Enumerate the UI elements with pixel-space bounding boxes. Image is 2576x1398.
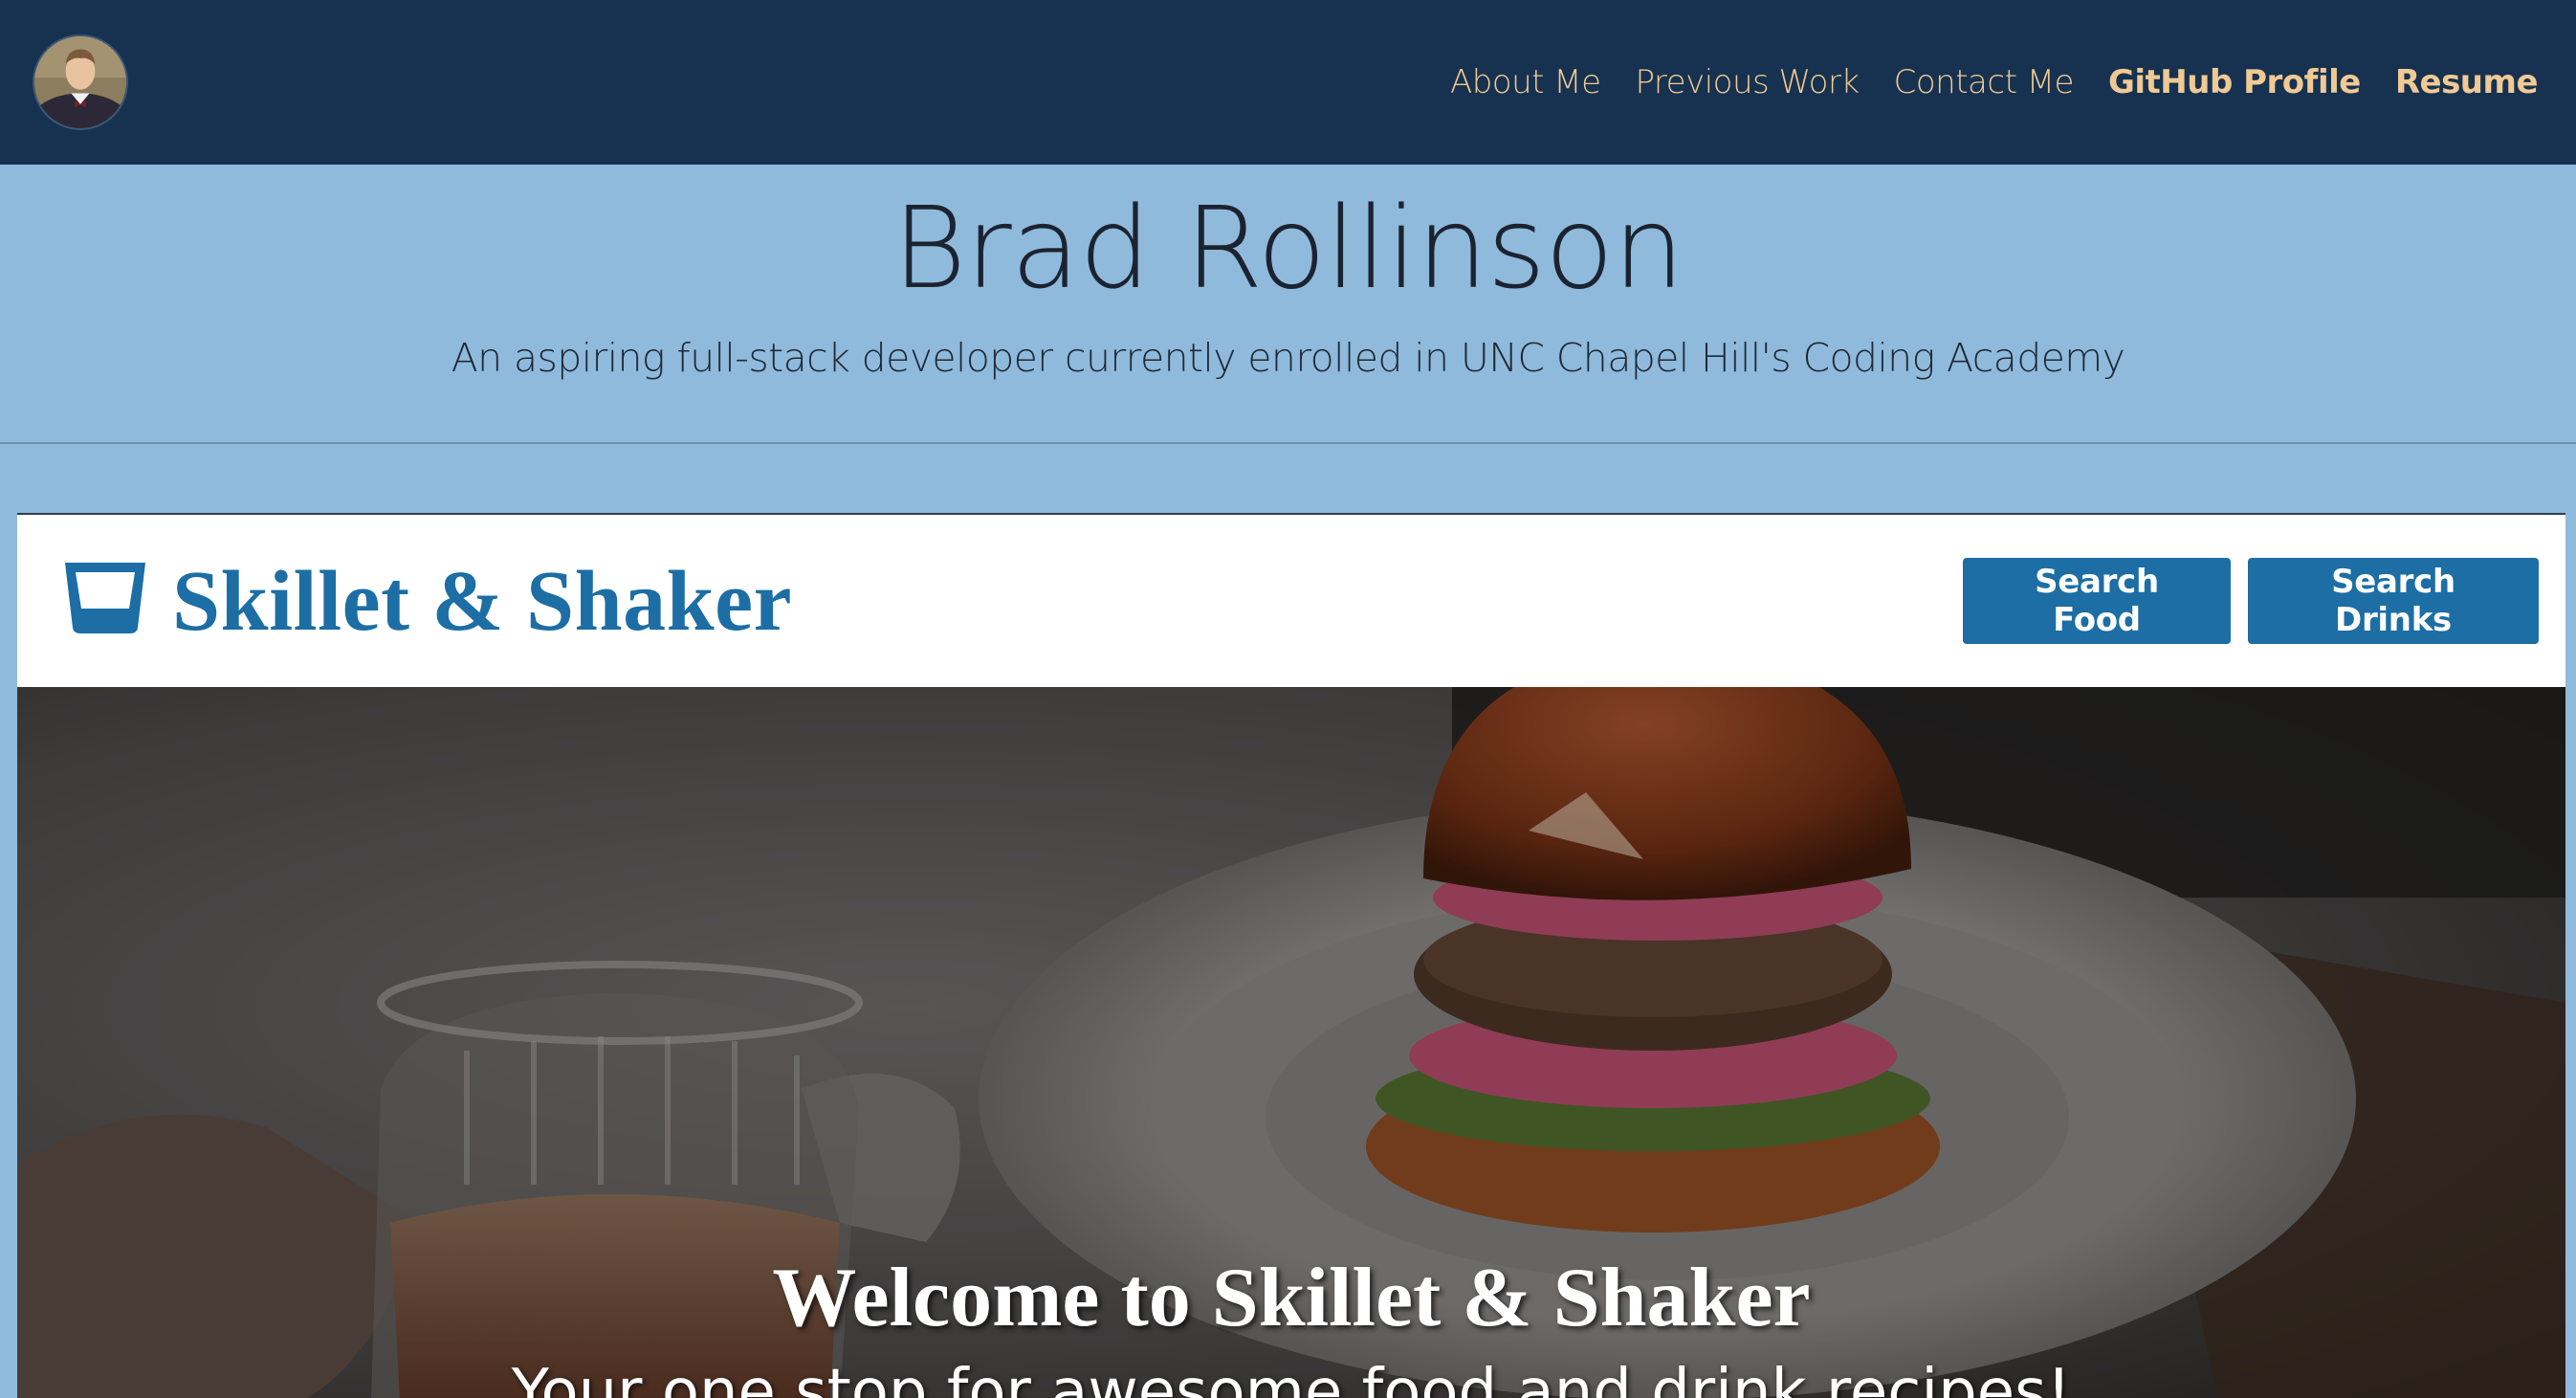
nav-link-previous-work[interactable]: Previous Work — [1636, 63, 1860, 101]
profile-photo-icon — [34, 36, 126, 128]
page-title: Brad Rollinson — [892, 182, 1684, 314]
hero-title: Welcome to Skillet & Shaker — [772, 1252, 1811, 1344]
nav-link-contact-me[interactable]: Contact Me — [1894, 63, 2075, 101]
nav-links: About Me Previous Work Contact Me GitHub… — [1450, 63, 2543, 101]
profile-avatar[interactable] — [33, 34, 128, 130]
page-subtitle: An aspiring full-stack developer current… — [451, 335, 2125, 381]
project-preview[interactable]: Skillet & Shaker Search Food Search Drin… — [17, 513, 2565, 1398]
page-header: Brad Rollinson An aspiring full-stack de… — [0, 165, 2576, 444]
nav-link-github-profile[interactable]: GitHub Profile — [2108, 63, 2361, 101]
preview-button-group: Search Food Search Drinks — [1963, 558, 2539, 644]
hero-banner: Welcome to Skillet & Shaker Your one sto… — [17, 687, 2565, 1398]
search-food-button[interactable]: Search Food — [1963, 558, 2231, 644]
search-drinks-button[interactable]: Search Drinks — [2248, 558, 2539, 644]
preview-brand-title: Skillet & Shaker — [172, 553, 793, 649]
glass-icon — [65, 563, 145, 633]
preview-app-bar: Skillet & Shaker Search Food Search Drin… — [17, 515, 2565, 687]
top-navbar: About Me Previous Work Contact Me GitHub… — [0, 0, 2576, 165]
nav-link-about-me[interactable]: About Me — [1450, 63, 1601, 101]
hero-subtitle: Your one stop for awesome food and drink… — [511, 1357, 2072, 1398]
nav-link-resume[interactable]: Resume — [2395, 63, 2539, 101]
